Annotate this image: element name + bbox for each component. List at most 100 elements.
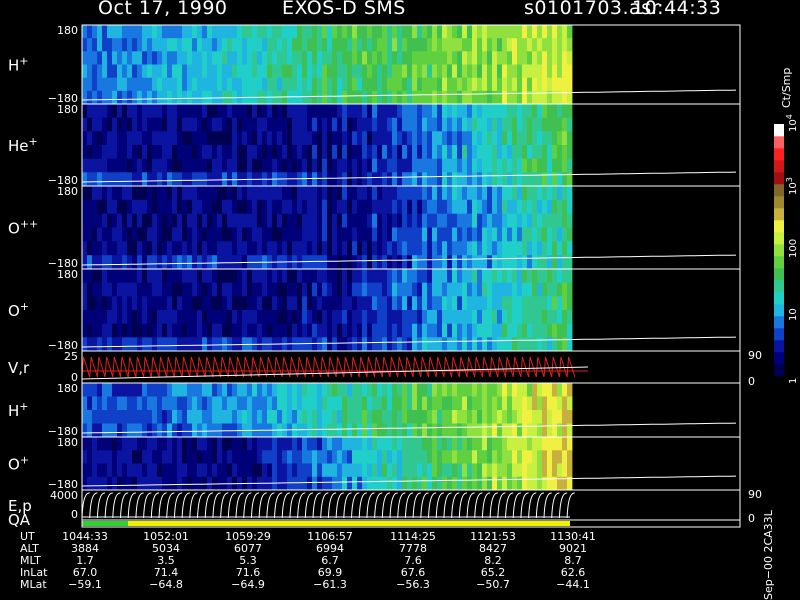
- spectro-cell: [212, 199, 218, 214]
- spectro-cell: [297, 241, 303, 256]
- spectro-cell: [462, 296, 468, 311]
- spectro-cell: [552, 51, 558, 65]
- spectro-cell: [82, 51, 88, 65]
- spectro-cell: [172, 296, 178, 311]
- spectro-cell: [282, 51, 288, 65]
- spectro-cell: [557, 450, 563, 464]
- spectro-cell: [152, 51, 158, 65]
- spectro-cell: [462, 199, 468, 214]
- spectro-cell: [462, 241, 468, 256]
- spectro-cell: [527, 323, 533, 338]
- spectro-cell: [347, 145, 353, 160]
- panel-species-label: H+: [8, 400, 29, 421]
- spectro-cell: [232, 131, 238, 146]
- spectro-cell: [107, 323, 113, 338]
- spectro-cell: [142, 255, 148, 270]
- spectro-cell: [117, 255, 123, 270]
- spectro-cell: [337, 310, 343, 325]
- colorbar-swatch: [774, 328, 784, 341]
- spectro-cell: [447, 158, 453, 173]
- spectro-cell: [532, 255, 538, 270]
- spectro-cell: [382, 255, 388, 270]
- spectro-cell: [477, 38, 483, 52]
- spectro-cell: [87, 158, 93, 173]
- spectro-cell: [292, 227, 298, 242]
- spectro-cell: [502, 158, 508, 173]
- spectro-cell: [452, 77, 458, 92]
- spectro-cell: [302, 38, 308, 52]
- spectro-cell: [277, 227, 283, 242]
- spectro-cell: [507, 38, 513, 52]
- spectro-cell: [467, 282, 473, 297]
- spectro-cell: [147, 227, 153, 242]
- spectro-cell: [162, 199, 168, 214]
- spectro-cell: [487, 227, 493, 242]
- spectro-cell: [112, 423, 118, 438]
- spectro-cell: [362, 241, 368, 256]
- spectro-cell: [247, 158, 253, 173]
- spectro-cell: [337, 172, 343, 187]
- spectro-cell: [362, 255, 368, 270]
- spectro-cell: [502, 337, 508, 352]
- spectro-cell: [282, 450, 288, 464]
- spectro-cell: [442, 410, 448, 424]
- spectro-cell: [187, 227, 193, 242]
- spectro-cell: [482, 310, 488, 325]
- spectro-cell: [452, 269, 458, 284]
- spectro-cell: [207, 213, 213, 228]
- spectro-cell: [482, 25, 488, 39]
- spectro-cell: [442, 437, 448, 451]
- spectro-cell: [437, 255, 443, 270]
- spectro-cell: [277, 269, 283, 284]
- spectro-cell: [187, 476, 193, 491]
- spectro-cell: [387, 255, 393, 270]
- spectro-cell: [282, 282, 288, 297]
- spectro-cell: [417, 213, 423, 228]
- panel-ep: E,p40000900: [8, 488, 762, 525]
- spectro-cell: [407, 310, 413, 325]
- spectro-cell: [287, 77, 293, 92]
- spectro-cell: [297, 227, 303, 242]
- spectro-cell: [287, 463, 293, 478]
- spectro-cell: [277, 77, 283, 92]
- spectro-cell: [162, 227, 168, 242]
- spectro-cell: [382, 463, 388, 478]
- spectro-cell: [357, 296, 363, 311]
- spectro-cell: [397, 199, 403, 214]
- spectro-cell: [127, 437, 133, 451]
- spectro-cell: [437, 104, 443, 119]
- spectro-cell: [337, 463, 343, 478]
- spectro-cell: [432, 463, 438, 478]
- spectro-cell: [367, 25, 373, 39]
- spectro-cell: [317, 199, 323, 214]
- spectro-cell: [327, 158, 333, 173]
- spectro-cell: [547, 241, 553, 256]
- spectro-cell: [512, 476, 518, 491]
- spectro-cell: [197, 213, 203, 228]
- spectro-cell: [257, 145, 263, 160]
- spectro-cell: [492, 186, 498, 201]
- spectro-cell: [497, 117, 503, 132]
- spectro-cell: [547, 323, 553, 338]
- spectro-cell: [317, 51, 323, 65]
- spectro-cell: [542, 51, 548, 65]
- spectro-cell: [477, 310, 483, 325]
- spectro-cell: [557, 186, 563, 201]
- spectro-cell: [402, 38, 408, 52]
- spectro-cell: [482, 104, 488, 119]
- spectro-cell: [387, 145, 393, 160]
- spectro-cell: [237, 145, 243, 160]
- spectro-cell: [192, 64, 198, 79]
- spectro-cell: [162, 241, 168, 256]
- spectro-cell: [197, 450, 203, 464]
- spectro-cell: [237, 241, 243, 256]
- spectro-cell: [387, 323, 393, 338]
- spectro-cell: [297, 383, 303, 397]
- spectro-cell: [207, 323, 213, 338]
- spectro-cell: [167, 90, 173, 105]
- spectro-cell: [522, 337, 528, 352]
- spectro-cell: [302, 227, 308, 242]
- panel-species-label: V,r: [8, 359, 30, 377]
- spectro-cell: [327, 296, 333, 311]
- spectro-cell: [192, 90, 198, 105]
